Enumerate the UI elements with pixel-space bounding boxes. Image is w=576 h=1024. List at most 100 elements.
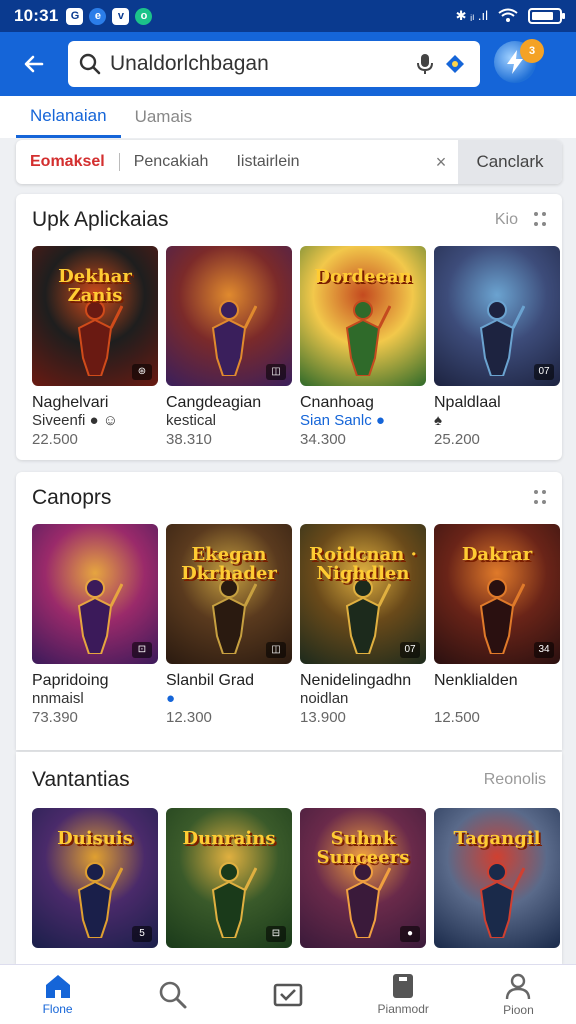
bluetooth-signal-icon: ✱ ᵢₗ .ıl: [455, 8, 488, 23]
device-icon: [393, 974, 414, 998]
app-developer: [434, 690, 560, 707]
app-card[interactable]: 07 Npaldlaal ♠ 25.200: [434, 246, 560, 448]
vpn-notification-icon: v: [112, 7, 130, 25]
nav-label: Flone: [42, 1002, 73, 1016]
app-thumbnail: Dunrains ⊟: [166, 808, 292, 948]
lens-button[interactable]: [440, 49, 470, 79]
app-art-title: Dunrains: [182, 828, 276, 849]
filter-chip-eomaksel[interactable]: Eomaksel: [16, 153, 119, 171]
app-card[interactable]: ◫ Cangdeagian kestical 38.310: [166, 246, 292, 448]
app-download-count: 25.200: [434, 431, 480, 448]
section-more-link[interactable]: Kio: [495, 211, 518, 229]
app-card[interactable]: Dakrar 34 Nenklialden 12.500: [434, 524, 560, 726]
app-developer: Siveenfi ● ☺: [32, 412, 119, 429]
app-card[interactable]: Suhnk Sunceers ●: [300, 808, 426, 948]
app-thumbnail: Ekegan Dkrhader ◫: [166, 524, 292, 664]
thumbnail-badge: ◫: [266, 642, 286, 658]
avatar-badge: 3: [520, 39, 544, 63]
clear-filter-icon[interactable]: ×: [424, 152, 458, 173]
tab-uamais[interactable]: Uamais: [121, 96, 207, 138]
app-card[interactable]: Tagangil: [434, 808, 560, 948]
nav-profile[interactable]: Pioon: [461, 965, 576, 1024]
section-more-link[interactable]: Reonolis: [484, 771, 546, 789]
battery-icon: [528, 8, 565, 24]
hero-figure-icon: [77, 300, 123, 376]
system-indicators: ✱ ᵢₗ .ıl: [455, 8, 565, 24]
app-download-count: 12.500: [434, 709, 480, 726]
card-row: Duisuis 5 Dunrains ⊟ Suhnk Sunceers ● Tagan…: [16, 808, 562, 948]
section-header: Vantantias Reonolis: [16, 752, 562, 808]
section-vantantias: Vantantias Reonolis Duisuis 5 Dunrains ⊟ S…: [16, 752, 562, 964]
nav-search[interactable]: [115, 965, 230, 1024]
app-name: Cnanhoag: [300, 394, 374, 411]
nav-inbox[interactable]: [230, 965, 345, 1024]
filter-chip-pencakiah[interactable]: Pencakiah: [120, 153, 223, 171]
nav-device[interactable]: Pianmodr: [346, 965, 461, 1024]
app-card[interactable]: Ekegan Dkrhader ◫ Slanbil Grad ● 12.300: [166, 524, 292, 726]
filter-chip-iistairlein[interactable]: Iistairlein: [222, 153, 313, 171]
hero-figure-icon: [479, 300, 525, 376]
section-canoprs: Canoprs ⊡ Papridoing nnmaisl 73.390 Ekegan …: [16, 472, 562, 750]
more-options-icon[interactable]: [534, 490, 546, 506]
app-art-title: Dekhar Zanis: [58, 266, 132, 306]
search-input[interactable]: Unaldorlchbagan: [68, 41, 480, 87]
thumbnail-badge: 5: [132, 926, 152, 942]
app-thumbnail: ◫: [166, 246, 292, 386]
app-developer: noidlan: [300, 690, 349, 707]
battery-level: [532, 12, 553, 20]
app-art-title: Duisuis: [57, 828, 133, 849]
app-card[interactable]: Dunrains ⊟: [166, 808, 292, 948]
app-thumbnail: Dekhar Zanis ⊛: [32, 246, 158, 386]
filter-bar: Eomaksel Pencakiah Iistairlein × Canclar…: [16, 140, 562, 184]
back-button[interactable]: [14, 44, 54, 84]
section-header: Upk Aplickaias Kio: [16, 194, 562, 246]
tab-bar: Nelanaian Uamais: [0, 96, 576, 138]
mic-button[interactable]: [410, 49, 440, 79]
app-thumbnail: ⊡: [32, 524, 158, 664]
app-name: Nenidelingadhn: [300, 672, 412, 689]
app-card[interactable]: ⊡ Papridoing nnmaisl 73.390: [32, 524, 158, 726]
account-avatar[interactable]: 3: [494, 39, 544, 87]
app-name: Npaldlaal: [434, 394, 501, 411]
hero-figure-icon: [77, 862, 123, 938]
section-title: Canoprs: [32, 486, 112, 509]
arrow-left-icon: [24, 55, 44, 73]
app-developer: Sian Sanlc ●: [300, 412, 385, 429]
app-download-count: 13.900: [300, 709, 346, 726]
google-notification-icon: G: [66, 7, 84, 25]
inbox-icon: [273, 983, 303, 1006]
nav-home[interactable]: Flone: [0, 965, 115, 1024]
thumbnail-badge: ◫: [266, 364, 286, 380]
app-download-count: 34.300: [300, 431, 346, 448]
nav-label: Pioon: [503, 1003, 534, 1017]
app-card[interactable]: Duisuis 5: [32, 808, 158, 948]
app-card[interactable]: Roidcnan · Nighdlen 07 Nenidelingadhn noidl…: [300, 524, 426, 726]
app-download-count: 22.500: [32, 431, 78, 448]
app-card[interactable]: Dekhar Zanis ⊛ Naghelvari Siveenfi ● ☺ 22.50…: [32, 246, 158, 448]
more-options-icon[interactable]: [534, 212, 546, 228]
section-header: Canoprs: [16, 472, 562, 524]
hero-figure-icon: [345, 300, 391, 376]
hero-figure-icon: [479, 578, 525, 654]
app-thumbnail: 07: [434, 246, 560, 386]
app-download-count: 73.390: [32, 709, 78, 726]
hero-figure-icon: [345, 862, 391, 938]
app-card[interactable]: Dordeean Cnanhoag Sian Sanlc ● 34.300: [300, 246, 426, 448]
app-art-title: Dordeean: [314, 266, 412, 287]
app-developer: nnmaisl: [32, 690, 84, 707]
hero-figure-icon: [211, 862, 257, 938]
app-developer: ●: [166, 690, 176, 707]
app-name: Naghelvari: [32, 394, 109, 411]
hero-figure-icon: [211, 578, 257, 654]
app-name: Nenklialden: [434, 672, 518, 689]
hero-figure-icon: [77, 578, 123, 654]
tab-nelanaian[interactable]: Nelanaian: [16, 96, 121, 138]
app-download-count: 12.300: [166, 709, 212, 726]
mic-icon: [417, 54, 433, 74]
status-time: 10:31: [14, 6, 59, 25]
cancel-button[interactable]: Canclark: [458, 140, 562, 184]
card-row: Dekhar Zanis ⊛ Naghelvari Siveenfi ● ☺ 22.50…: [16, 246, 562, 448]
nav-label: Pianmodr: [377, 1002, 429, 1016]
lens-icon: [446, 55, 464, 73]
notification-icons: G e v o: [66, 7, 153, 25]
